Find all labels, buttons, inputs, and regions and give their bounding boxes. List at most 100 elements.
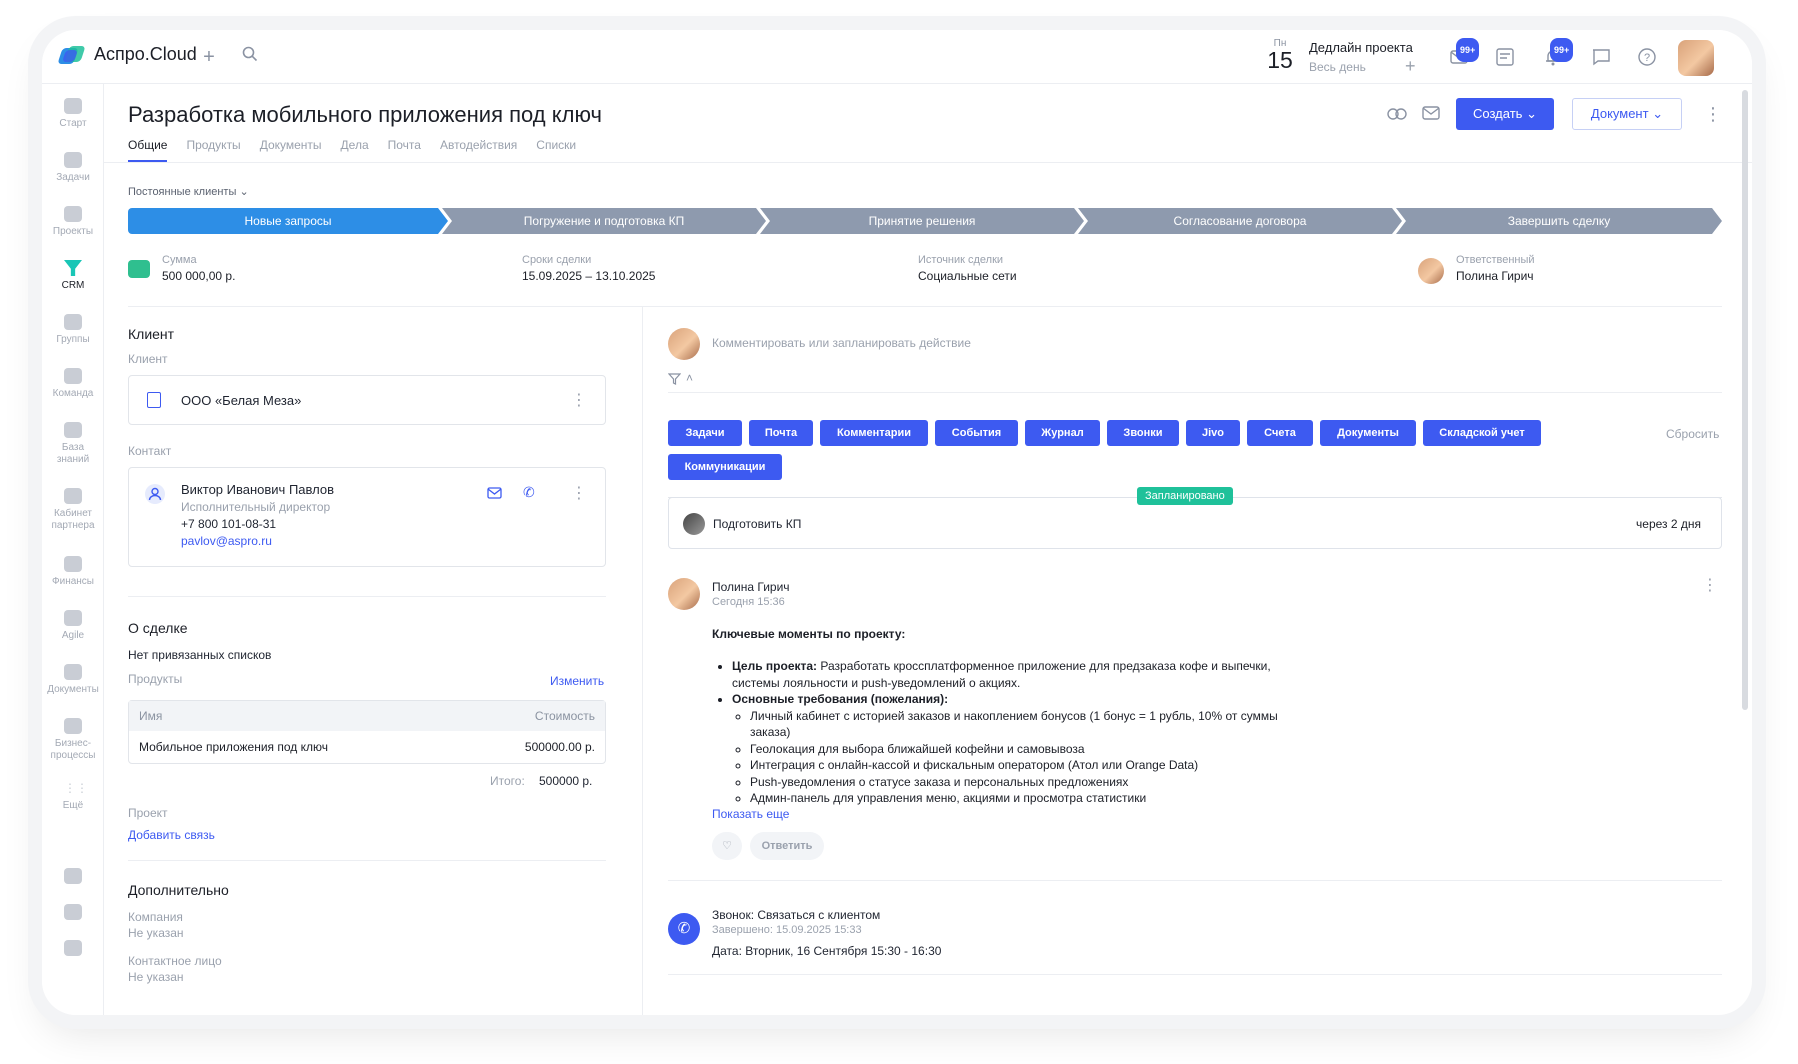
filter-communications[interactable]: Коммуникации — [668, 454, 782, 480]
company-value: Не указан — [128, 926, 184, 940]
date-widget[interactable]: Пн 15 — [1262, 38, 1298, 72]
help-icon[interactable]: ? — [1636, 46, 1658, 68]
rail-item-crm[interactable]: CRM — [42, 260, 104, 292]
mail-icon[interactable]: 99+ — [1448, 38, 1480, 68]
deadline-title: Дедлайн проекта — [1309, 40, 1413, 55]
filter-documents[interactable]: Документы — [1320, 420, 1416, 446]
rail-item-projects[interactable]: Проекты — [42, 206, 104, 238]
stage-3[interactable]: Принятие решения — [760, 208, 1084, 234]
tab-mail[interactable]: Почта — [388, 138, 421, 162]
document-button[interactable]: Документ ⌄ — [1572, 98, 1682, 130]
call-title[interactable]: Звонок: Связаться с клиентом — [712, 908, 880, 922]
tab-general[interactable]: Общие — [128, 138, 168, 162]
filter-comments[interactable]: Комментарии — [820, 420, 928, 446]
rail-item-finance[interactable]: Финансы — [42, 556, 104, 588]
rail-item-bp[interactable]: Бизнес-процессы — [42, 718, 104, 762]
create-button[interactable]: Создать ⌄ — [1456, 98, 1554, 130]
rail-item-more[interactable]: ⋮⋮ Ещё — [42, 780, 104, 812]
stage-2[interactable]: Погружение и подготовка КП — [442, 208, 766, 234]
filter-icon[interactable] — [667, 373, 682, 388]
rail-item-groups[interactable]: Группы — [42, 314, 104, 346]
contact-phone-icon[interactable]: ✆ — [523, 484, 535, 501]
show-more-link[interactable]: Показать еще — [712, 807, 789, 821]
rail-label: CRM — [61, 280, 85, 291]
rail-item-partner[interactable]: Кабинет партнера — [42, 488, 104, 532]
pipeline-stages: Новые запросы Погружение и подготовка КП… — [128, 208, 1722, 234]
app-logo[interactable]: Аспро.Cloud — [57, 44, 197, 65]
rail-item-tasks[interactable]: Задачи — [42, 152, 104, 184]
reset-filters[interactable]: Сбросить — [1666, 427, 1719, 441]
rail-item-knowledge[interactable]: База знаний — [42, 422, 104, 466]
tab-affairs[interactable]: Дела — [341, 138, 369, 162]
rail-item-extra1[interactable] — [42, 868, 104, 888]
rail-item-extra3[interactable] — [42, 940, 104, 960]
company-card[interactable]: ООО «Белая Меза» ⋮ — [128, 375, 606, 425]
rail-item-start[interactable]: Старт — [42, 98, 104, 130]
deal-dates: Сроки сделки 15.09.2025 – 13.10.2025 — [522, 254, 655, 283]
filter-jivo[interactable]: Jivo — [1186, 420, 1240, 446]
contact-email[interactable]: pavlov@aspro.ru — [181, 534, 272, 548]
stage-5[interactable]: Завершить сделку — [1396, 208, 1722, 234]
author-avatar[interactable] — [668, 578, 700, 610]
link-icon[interactable] — [1386, 105, 1408, 123]
rail-item-extra2[interactable] — [42, 904, 104, 924]
rail-item-team[interactable]: Команда — [42, 368, 104, 400]
filter-mail[interactable]: Почта — [749, 420, 813, 446]
contact-mail-icon[interactable] — [487, 486, 502, 504]
notes-icon[interactable] — [1494, 46, 1516, 68]
edit-products-link[interactable]: Изменить — [550, 674, 604, 688]
responsible-avatar[interactable] — [1418, 258, 1444, 284]
contact-card[interactable]: Виктор Иванович Павлов Исполнительный ди… — [128, 467, 606, 567]
filter-invoices[interactable]: Счета — [1247, 420, 1313, 446]
filter-tasks[interactable]: Задачи — [668, 420, 742, 446]
contact-phone[interactable]: +7 800 101-08-31 — [181, 517, 276, 531]
tab-autoactions[interactable]: Автодействия — [440, 138, 517, 162]
pipeline-selector[interactable]: Постоянные клиенты ⌄ — [128, 185, 249, 198]
scrollbar[interactable] — [1742, 90, 1748, 710]
bell-icon[interactable]: 99+ — [1542, 38, 1574, 68]
like-button[interactable]: ♡ — [712, 832, 742, 860]
contact-more-icon[interactable]: ⋮ — [571, 486, 587, 502]
company-more-icon[interactable]: ⋮ — [571, 393, 587, 409]
chevron-up-icon[interactable]: ˄ — [686, 371, 693, 385]
column-divider — [642, 306, 643, 1015]
rail-label: Ещё — [62, 800, 84, 811]
add-event-icon[interactable]: + — [1405, 56, 1416, 77]
tab-products[interactable]: Продукты — [186, 138, 240, 162]
stage-1[interactable]: Новые запросы — [128, 208, 448, 234]
chat-icon[interactable] — [1590, 46, 1612, 68]
search-icon[interactable] — [239, 46, 261, 68]
dates-value: 15.09.2025 – 13.10.2025 — [522, 269, 656, 283]
table-row[interactable]: Мобильное приложения под ключ 500000.00 … — [129, 731, 605, 763]
post-author[interactable]: Полина Гирич — [712, 580, 790, 594]
reply-button[interactable]: Ответить — [750, 832, 824, 860]
add-icon[interactable]: + — [198, 46, 220, 68]
call-date: Дата: Вторник, 16 Сентября 15:30 - 16:30 — [712, 944, 942, 958]
more-icon[interactable]: ⋮ — [1702, 105, 1724, 123]
filter-calls[interactable]: Звонки — [1107, 420, 1179, 446]
page-title: Разработка мобильного приложения под клю… — [128, 102, 602, 127]
deadline-widget[interactable]: Дедлайн проекта Весь день — [1309, 40, 1413, 74]
documents-icon — [64, 664, 82, 680]
filter-journal[interactable]: Журнал — [1025, 420, 1100, 446]
post-more-icon[interactable]: ⋮ — [1702, 578, 1718, 594]
rail-item-documents[interactable]: Документы — [42, 664, 104, 696]
building-icon — [147, 392, 161, 408]
user-avatar[interactable] — [1678, 40, 1714, 76]
chevron-down-icon: ⌄ — [1652, 106, 1664, 121]
comment-input[interactable]: Комментировать или запланировать действи… — [712, 336, 971, 350]
deal-responsible[interactable]: Ответственный Полина Гирич — [1456, 254, 1535, 283]
filter-events[interactable]: События — [935, 420, 1018, 446]
stage-4[interactable]: Согласование договора — [1078, 208, 1402, 234]
add-link[interactable]: Добавить связь — [128, 828, 215, 842]
filter-warehouse[interactable]: Складской учет — [1423, 420, 1541, 446]
extra-section-title: Дополнительно — [128, 882, 229, 898]
heart-icon: ♡ — [722, 840, 732, 852]
team-icon — [64, 368, 82, 384]
contact-name[interactable]: Виктор Иванович Павлов — [181, 482, 334, 497]
tab-documents[interactable]: Документы — [260, 138, 322, 162]
req-label: Основные требования (пожелания): — [732, 692, 949, 706]
rail-item-agile[interactable]: Agile — [42, 610, 104, 642]
email-icon[interactable] — [1420, 105, 1442, 123]
tab-lists[interactable]: Списки — [536, 138, 576, 162]
